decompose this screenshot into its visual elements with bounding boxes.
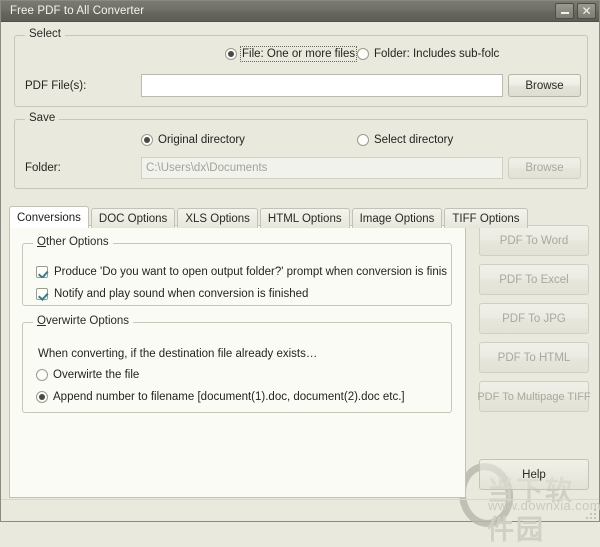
tab-doc-options[interactable]: DOC Options bbox=[90, 208, 176, 228]
folder-label: Folder: bbox=[25, 162, 61, 174]
file-radio[interactable] bbox=[225, 48, 237, 60]
pdf-to-word-button[interactable]: PDF To Word bbox=[479, 225, 589, 256]
overwrite-file-radio[interactable] bbox=[36, 369, 48, 381]
produce-prompt-checkbox-row[interactable]: Produce 'Do you want to open output fold… bbox=[36, 266, 448, 278]
pdf-to-excel-button[interactable]: PDF To Excel bbox=[479, 264, 589, 295]
folder-radio-label: Folder: Includes sub-folc bbox=[374, 48, 500, 60]
append-number-radio[interactable] bbox=[36, 391, 48, 403]
footer-divider bbox=[1, 499, 599, 500]
pdf-to-html-button[interactable]: PDF To HTML bbox=[479, 342, 589, 373]
overwrite-description: When converting, if the destination file… bbox=[38, 348, 318, 360]
overwrite-file-label: Overwirte the file bbox=[53, 369, 140, 381]
title-bar: Free PDF to All Converter ✕ bbox=[1, 1, 599, 22]
select-directory-radio-row[interactable]: Select directory bbox=[357, 134, 453, 146]
resize-grip[interactable] bbox=[582, 505, 596, 519]
overwrite-file-radio-row[interactable]: Overwirte the file bbox=[36, 369, 139, 381]
other-options-title-rest: ther Options bbox=[45, 236, 109, 248]
pdf-to-jpg-button[interactable]: PDF To JPG bbox=[479, 303, 589, 334]
original-directory-label: Original directory bbox=[158, 134, 245, 146]
folder-input[interactable]: C:\Users\dx\Documents bbox=[141, 157, 503, 179]
close-button[interactable]: ✕ bbox=[577, 3, 596, 19]
tab-tiff-options[interactable]: TIFF Options bbox=[444, 208, 528, 228]
tab-strip: Conversions DOC Options XLS Options HTML… bbox=[9, 206, 530, 228]
overwrite-options-accel: O bbox=[37, 315, 46, 327]
tab-xls-options[interactable]: XLS Options bbox=[177, 208, 258, 228]
other-options-title: Other Options bbox=[33, 236, 113, 248]
minimize-button[interactable] bbox=[555, 3, 574, 19]
folder-radio[interactable] bbox=[357, 48, 369, 60]
tab-html-options[interactable]: HTML Options bbox=[259, 208, 350, 228]
produce-prompt-label: Produce 'Do you want to open output fold… bbox=[54, 266, 448, 278]
pdf-files-label: PDF File(s): bbox=[25, 80, 87, 92]
tab-image-options[interactable]: Image Options bbox=[351, 208, 443, 228]
append-number-label: Append number to filename [document(1).d… bbox=[53, 391, 405, 403]
minimize-icon bbox=[560, 12, 569, 14]
select-directory-radio[interactable] bbox=[357, 134, 369, 146]
conversions-tab-panel: Other Options Produce 'Do you want to op… bbox=[9, 225, 466, 498]
save-group-title: Save bbox=[25, 112, 60, 124]
pdf-files-input[interactable] bbox=[141, 74, 503, 97]
original-directory-radio[interactable] bbox=[141, 134, 153, 146]
other-options-accel: O bbox=[37, 236, 46, 248]
app-window: Free PDF to All Converter ✕ Select File:… bbox=[0, 0, 600, 546]
overwrite-options-title-rest: verwirte Options bbox=[45, 315, 130, 327]
pdf-files-browse-button[interactable]: Browse bbox=[508, 74, 581, 97]
pdf-to-multipage-tiff-button[interactable]: PDF To Multipage TIFF bbox=[477, 381, 591, 412]
tab-conversions[interactable]: Conversions bbox=[9, 206, 89, 228]
file-radio-row[interactable]: File: One or more files bbox=[225, 46, 358, 62]
window-title: Free PDF to All Converter bbox=[10, 5, 145, 17]
window-controls: ✕ bbox=[555, 3, 596, 19]
file-radio-label: File: One or more files bbox=[239, 46, 358, 62]
folder-radio-row[interactable]: Folder: Includes sub-folc bbox=[357, 48, 499, 60]
select-group-title: Select bbox=[25, 28, 65, 40]
help-button[interactable]: Help bbox=[479, 459, 589, 490]
folder-browse-button[interactable]: Browse bbox=[508, 157, 581, 179]
notify-sound-checkbox-row[interactable]: Notify and play sound when conversion is… bbox=[36, 288, 308, 300]
append-number-radio-row[interactable]: Append number to filename [document(1).d… bbox=[36, 391, 405, 403]
produce-prompt-checkbox[interactable] bbox=[36, 266, 48, 278]
select-directory-label: Select directory bbox=[374, 134, 454, 146]
notify-sound-label: Notify and play sound when conversion is… bbox=[54, 288, 309, 300]
notify-sound-checkbox[interactable] bbox=[36, 288, 48, 300]
overwrite-options-title: Overwirte Options bbox=[33, 315, 134, 327]
original-directory-radio-row[interactable]: Original directory bbox=[141, 134, 245, 146]
